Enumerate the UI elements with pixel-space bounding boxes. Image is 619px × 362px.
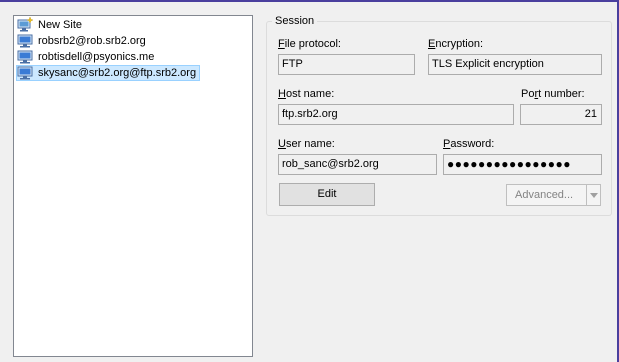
tree-item-label: New Site [38,19,83,31]
host-name-field[interactable]: ftp.srb2.org [278,104,514,125]
computer-icon [17,66,33,80]
tree-item-site-selected[interactable]: skysanc@srb2.org@ftp.srb2.org [16,65,201,81]
computer-icon [17,34,33,48]
advanced-button[interactable]: Advanced... [506,184,601,206]
user-name-field[interactable]: rob_sanc@srb2.org [278,154,437,175]
new-site-icon [17,17,33,32]
site-tree[interactable]: New Site robsrb2@rob.srb2.org robtisdell… [13,15,253,357]
computer-icon [17,50,33,64]
encryption-select[interactable]: TLS Explicit encryption [428,54,602,75]
file-protocol-label: File protocol: [278,38,341,50]
tree-item-new-site[interactable]: New Site [17,17,85,33]
tree-item-label: robsrb2@rob.srb2.org [38,35,146,47]
chevron-down-icon [589,193,598,198]
edit-button[interactable]: Edit [279,183,375,206]
port-number-label: Port number: [521,88,585,100]
password-field[interactable]: ●●●●●●●●●●●●●●●● [443,154,602,175]
file-protocol-select[interactable]: FTP [278,54,415,75]
host-name-label: Host name: [278,88,335,100]
tree-item-label: robtisdell@psyonics.me [38,51,155,63]
tree-item-label: skysanc@srb2.org@ftp.srb2.org [38,67,197,79]
tree-item-site[interactable]: robtisdell@psyonics.me [17,49,157,65]
user-name-label: User name: [278,138,335,150]
port-number-field[interactable]: 21 [520,104,602,125]
session-legend: Session [272,14,318,28]
tree-item-site[interactable]: robsrb2@rob.srb2.org [17,33,149,49]
advanced-dropdown-toggle[interactable] [586,185,600,206]
password-label: Password: [443,138,495,150]
advanced-button-label: Advanced... [515,189,574,201]
encryption-label: Encryption: [428,38,484,50]
window-frame-top [0,0,619,2]
